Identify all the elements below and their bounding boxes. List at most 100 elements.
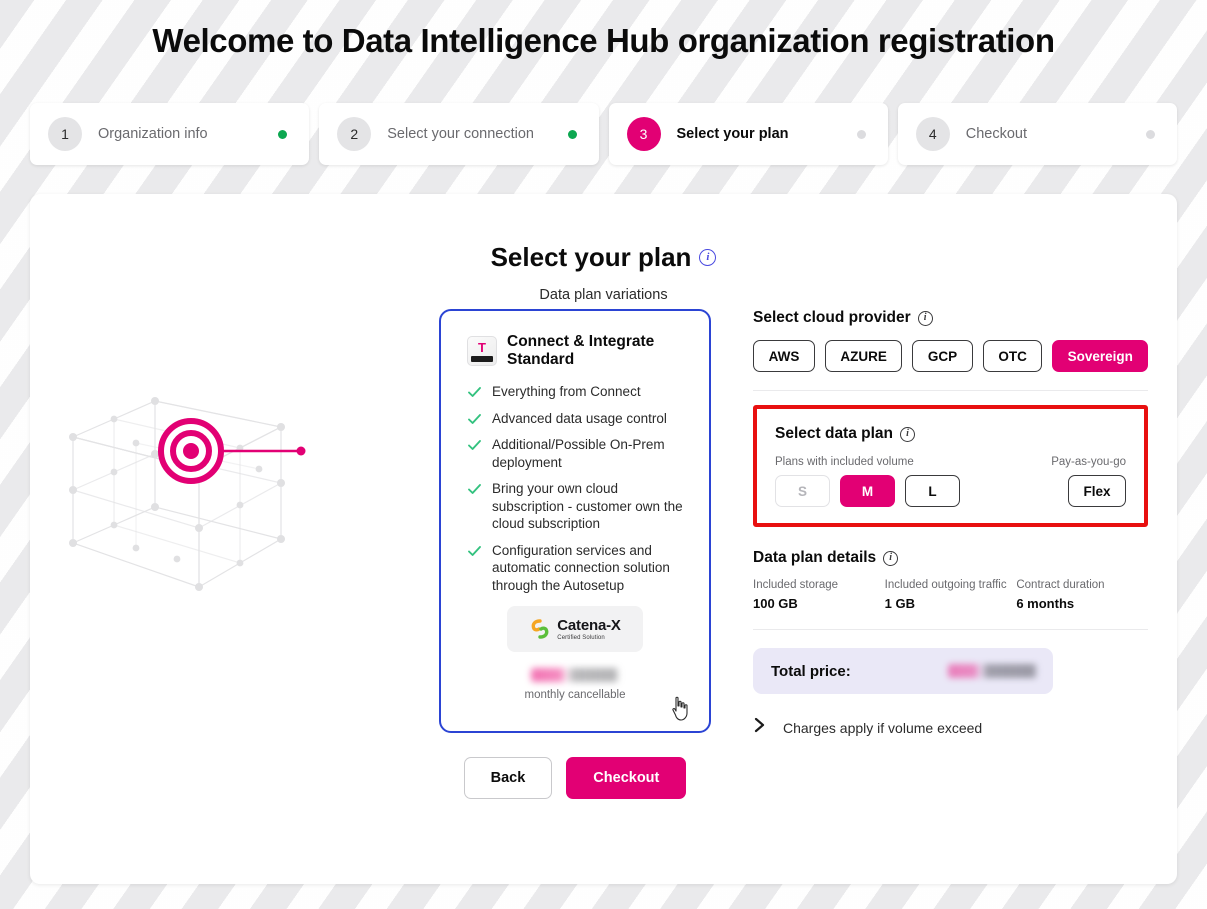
detail-label: Contract duration — [1016, 579, 1105, 591]
list-item: Additional/Possible On-Prem deployment — [467, 436, 683, 471]
page-title: Welcome to Data Intelligence Hub organiz… — [152, 22, 1055, 59]
feature-text: Advanced data usage control — [492, 410, 667, 426]
cloud-provider-sovereign[interactable]: Sovereign — [1052, 340, 1148, 372]
plan-card[interactable]: T Connect & Integrate Standard Everythin… — [439, 309, 711, 733]
data-plan-group-labels: Plans with included volume Pay-as-you-go — [775, 456, 1126, 468]
cloud-provider-azure[interactable]: AZURE — [824, 340, 903, 372]
data-plan-size-m[interactable]: M — [840, 475, 895, 507]
check-icon — [467, 438, 482, 453]
list-item: Configuration services and automatic con… — [467, 542, 683, 595]
catena-x-logo-icon — [531, 619, 549, 639]
step-number-1: 1 — [48, 117, 82, 151]
data-plan-size-l[interactable]: L — [905, 475, 960, 507]
detail-contract-duration: Contract duration 6 months — [1016, 579, 1148, 611]
size-options-group: S M L — [775, 475, 960, 507]
info-icon[interactable]: i — [900, 426, 916, 442]
sidebar-item-select-your-connection[interactable]: 2 Select your connection — [319, 103, 599, 165]
step-label-4: Checkout — [965, 126, 1028, 142]
included-volume-label: Plans with included volume — [775, 456, 914, 468]
content-area: T Connect & Integrate Standard Everythin… — [30, 309, 1177, 799]
chevron-right-icon — [753, 716, 767, 739]
step-number-3: 3 — [626, 117, 661, 151]
catena-x-name: Catena-X — [557, 616, 621, 634]
step-number-2: 2 — [337, 117, 372, 151]
check-icon — [467, 412, 482, 427]
info-icon[interactable]: i — [883, 550, 899, 566]
list-item: Bring your own cloud subscription - cust… — [467, 480, 683, 533]
section-subtitle: Data plan variations — [539, 287, 668, 303]
stepper: 1 Organization info 2 Select your connec… — [0, 103, 1207, 165]
data-plan-details-grid: Included storage 100 GB Included outgoin… — [753, 579, 1148, 611]
data-plan-flex[interactable]: Flex — [1068, 475, 1126, 507]
detail-included-outgoing-traffic: Included outgoing traffic 1 GB — [885, 579, 1017, 611]
telekom-logo-icon: T — [467, 336, 497, 366]
detail-label: Included outgoing traffic — [884, 579, 1007, 591]
data-plan-highlight-box: Select data plan i Plans with included v… — [753, 405, 1148, 527]
step-label-2: Select your connection — [387, 126, 534, 142]
plan-card-column: T Connect & Integrate Standard Everythin… — [439, 309, 711, 799]
pay-as-you-go-label: Pay-as-you-go — [1051, 456, 1126, 468]
step-status-dot-4 — [1146, 129, 1155, 139]
detail-label: Included storage — [753, 579, 839, 591]
total-price-redacted — [948, 664, 1038, 678]
sidebar-item-organization-info[interactable]: 1 Organization info — [30, 103, 310, 165]
plan-price-redacted — [531, 668, 619, 682]
sidebar-item-checkout[interactable]: 4 Checkout — [897, 103, 1177, 165]
cloud-provider-aws[interactable]: AWS — [753, 340, 815, 372]
section-title: Select your plan i — [30, 242, 1177, 273]
divider — [753, 629, 1148, 630]
back-button[interactable]: Back — [463, 757, 553, 799]
feature-text: Bring your own cloud subscription - cust… — [492, 481, 683, 531]
info-icon[interactable]: i — [917, 310, 933, 326]
step-number-4: 4 — [915, 117, 950, 151]
charges-note: Charges apply if volume exceed — [783, 719, 983, 736]
data-plan-size-s[interactable]: S — [775, 475, 830, 507]
detail-value: 6 months — [1016, 596, 1075, 611]
data-plan-title-text: Select data plan — [775, 425, 894, 442]
section-title-text: Select your plan — [490, 242, 692, 272]
check-icon — [467, 482, 482, 497]
cancellable-note: monthly cancellable — [524, 689, 626, 701]
total-price-bar: Total price: — [753, 648, 1053, 694]
step-label-1: Organization info — [98, 126, 208, 142]
data-plan-title: Select data plan i — [775, 425, 1126, 443]
plan-title: Connect & Integrate Standard — [507, 333, 655, 368]
cloud-provider-options: AWS AZURE GCP OTC Sovereign — [753, 340, 1148, 372]
detail-value: 1 GB — [884, 596, 916, 611]
step-status-dot-1 — [278, 129, 288, 139]
sidebar-item-select-your-plan[interactable]: 3 Select your plan — [608, 103, 888, 165]
step-status-dot-2 — [567, 129, 577, 139]
check-icon — [467, 385, 482, 400]
action-buttons: Back Checkout — [439, 757, 711, 799]
cloud-provider-title-text: Select cloud provider — [753, 309, 911, 326]
plan-card-header: T Connect & Integrate Standard — [467, 333, 683, 369]
list-item: Advanced data usage control — [467, 410, 683, 428]
data-plan-details-title-text: Data plan details — [753, 549, 877, 566]
catena-x-subtitle: Certified Solution — [557, 634, 605, 641]
list-item: Everything from Connect — [467, 383, 683, 401]
checkout-button[interactable]: Checkout — [566, 757, 687, 799]
target-marker-icon — [158, 418, 224, 484]
cloud-provider-otc[interactable]: OTC — [982, 340, 1043, 372]
main-content-card: Select your plan i Data plan variations — [30, 194, 1177, 884]
step-status-dot-3 — [856, 129, 866, 139]
feature-text: Additional/Possible On-Prem deployment — [492, 437, 665, 470]
illustration-column — [59, 309, 439, 799]
cloud-provider-gcp[interactable]: GCP — [912, 340, 973, 372]
data-plan-details-title: Data plan details i — [753, 549, 1148, 567]
feature-text: Everything from Connect — [492, 384, 641, 399]
mouse-cursor-pointer-icon — [670, 696, 692, 727]
divider — [753, 390, 1148, 391]
detail-included-storage: Included storage 100 GB — [753, 579, 885, 611]
cube-illustration — [63, 391, 393, 626]
detail-value: 100 GB — [753, 596, 798, 611]
catena-x-badge: Catena-X Certified Solution — [507, 606, 643, 652]
charges-expander[interactable]: Charges apply if volume exceed — [753, 716, 1148, 739]
info-icon[interactable]: i — [699, 249, 717, 266]
feature-list: Everything from Connect Advanced data us… — [467, 383, 683, 594]
options-column: Select cloud provider i AWS AZURE GCP OT… — [753, 309, 1148, 799]
feature-text: Configuration services and automatic con… — [492, 542, 670, 593]
cube-lattice-icon — [69, 397, 306, 591]
catena-x-text: Catena-X Certified Solution — [557, 616, 621, 641]
cloud-provider-title: Select cloud provider i — [753, 309, 1148, 327]
